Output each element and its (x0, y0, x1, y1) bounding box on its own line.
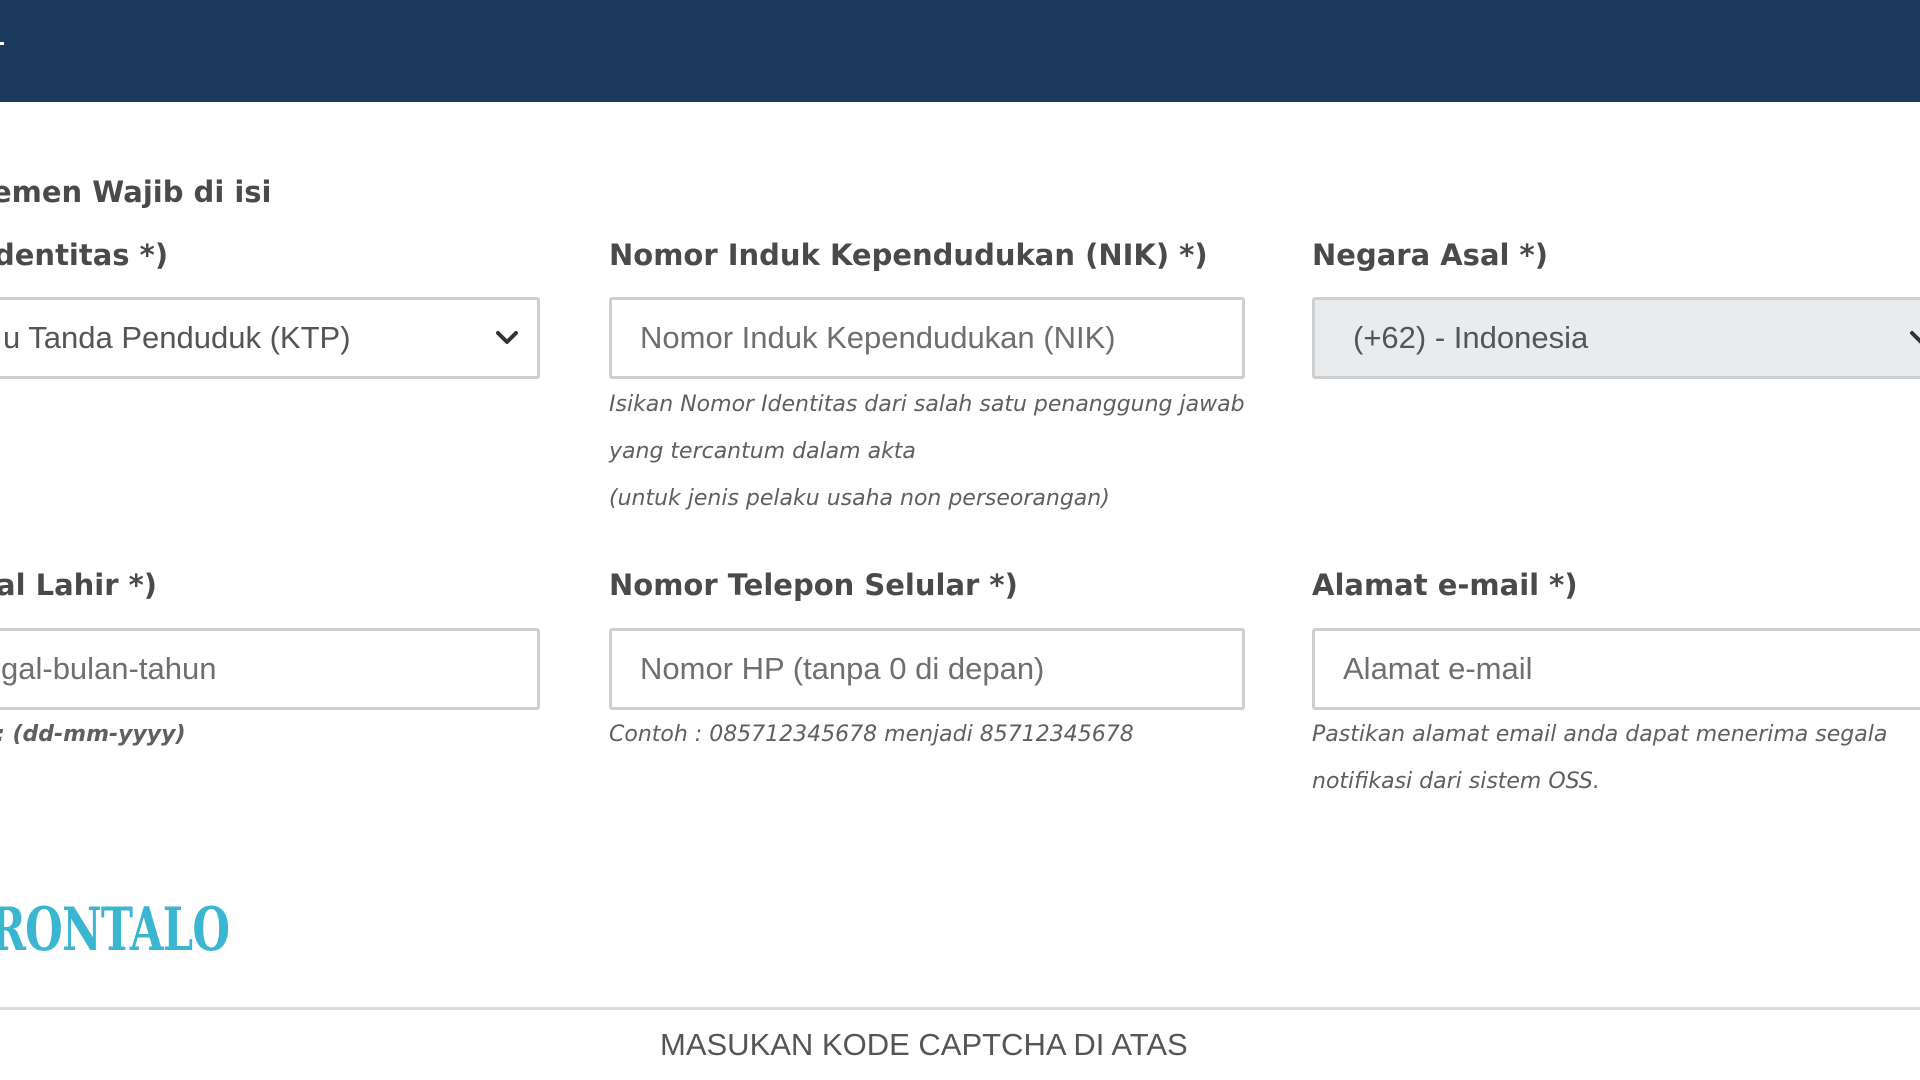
identity-type-label: dentitas *) (0, 238, 169, 272)
section-title: emen Wajib di isi (0, 175, 272, 209)
phone-placeholder: Nomor HP (tanpa 0 di depan) (640, 651, 1045, 686)
birth-date-placeholder: gal-bulan-tahun (1, 651, 217, 686)
identity-type-select[interactable]: u Tanda Penduduk (KTP) (0, 297, 540, 379)
captcha-divider (0, 1007, 1920, 1010)
captcha-placeholder: MASUKAN KODE CAPTCHA DI ATAS (660, 1027, 1188, 1062)
phone-label: Nomor Telepon Selular *) (609, 568, 1018, 602)
identity-type-value: u Tanda Penduduk (KTP) (3, 320, 351, 355)
email-input[interactable]: Alamat e-mail (1312, 628, 1920, 710)
birth-date-help: : (dd-mm-yyyy) (0, 722, 186, 747)
phone-help: Contoh : 085712345678 menjadi 8571234567… (609, 722, 1134, 747)
country-value: (+62) - Indonesia (1353, 320, 1589, 355)
country-label: Negara Asal *) (1312, 238, 1548, 272)
chevron-down-icon (496, 331, 518, 344)
phone-input[interactable]: Nomor HP (tanpa 0 di depan) (609, 628, 1245, 710)
chevron-down-icon (1910, 331, 1920, 344)
birth-date-input[interactable]: gal-bulan-tahun (0, 628, 540, 710)
email-help-line-1: Pastikan alamat email anda dapat menerim… (1312, 722, 1888, 747)
header-edge-mark (0, 42, 4, 45)
email-placeholder: Alamat e-mail (1343, 651, 1533, 686)
nik-help-line-2: yang tercantum dalam akta (609, 439, 916, 464)
registration-page: emen Wajib di isi dentitas *) u Tanda Pe… (0, 0, 1920, 1080)
country-select[interactable]: (+62) - Indonesia (1312, 297, 1920, 379)
email-help-line-2: notifikasi dari sistem OSS. (1312, 769, 1600, 794)
header-bar (0, 0, 1920, 102)
nik-label: Nomor Induk Kependudukan (NIK) *) (609, 238, 1208, 272)
nik-help-line-3: (untuk jenis pelaku usaha non perseorang… (609, 486, 1110, 511)
email-label: Alamat e-mail *) (1312, 568, 1578, 602)
nik-input[interactable]: Nomor Induk Kependudukan (NIK) (609, 297, 1245, 379)
nik-help-line-1: Isikan Nomor Identitas dari salah satu p… (609, 392, 1245, 417)
birth-date-label: al Lahir *) (0, 568, 158, 602)
nik-placeholder: Nomor Induk Kependudukan (NIK) (640, 320, 1116, 355)
captcha-image: RONTALO (0, 895, 230, 965)
